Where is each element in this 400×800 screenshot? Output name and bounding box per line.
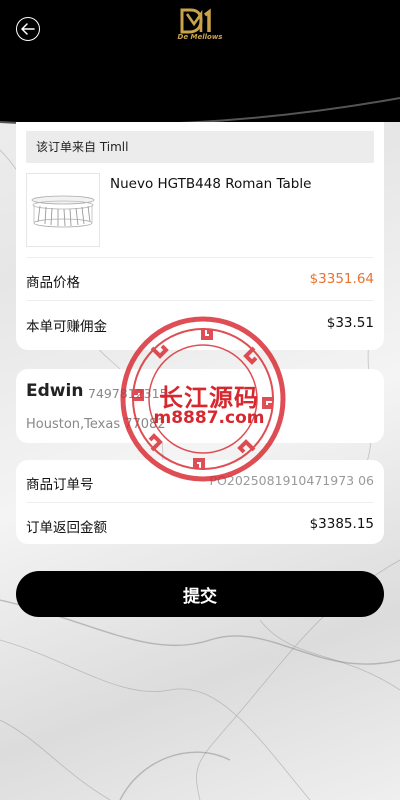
price-label: 商品价格 (26, 275, 80, 291)
table-image-icon (31, 195, 95, 228)
divider (26, 502, 374, 503)
order-number-label: 商品订单号 (26, 477, 94, 493)
refund-amount-label: 订单返回金额 (26, 520, 107, 536)
submit-button[interactable]: 提交 (16, 571, 384, 617)
customer-name: Edwin (26, 381, 84, 401)
divider (26, 300, 374, 301)
price-value: $3351.64 (309, 271, 374, 287)
order-source: 该订单来自 Timll (26, 131, 374, 163)
watermark-url: m8887.com (153, 408, 265, 428)
product-title: Nuevo HGTB448 Roman Table (110, 176, 312, 192)
header-curve (0, 86, 400, 126)
logo-text: De Mellows (177, 33, 223, 41)
commission-value: $33.51 (326, 315, 374, 331)
back-button[interactable] (16, 17, 40, 41)
arrow-left-icon (21, 23, 35, 35)
divider (26, 257, 374, 258)
logo-mark-icon (180, 8, 211, 34)
product-image (26, 173, 100, 247)
refund-amount-value: $3385.15 (309, 516, 374, 532)
commission-label: 本单可赚佣金 (26, 319, 107, 335)
